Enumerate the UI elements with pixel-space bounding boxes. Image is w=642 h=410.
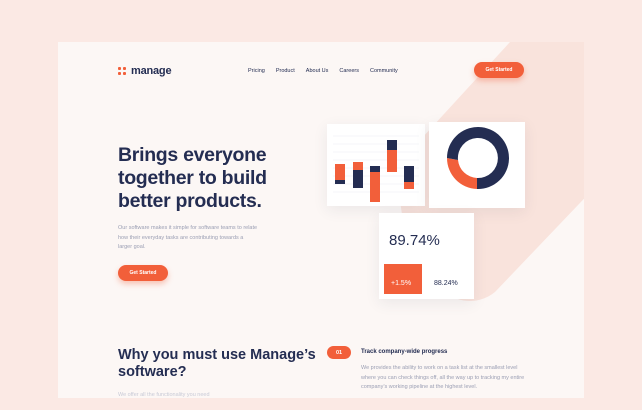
secondary-percentage: 88.24% <box>434 280 458 287</box>
bar-chart-card <box>327 124 425 206</box>
nav-item-community[interactable]: Community <box>370 68 398 74</box>
section-description: We offer all the functionality you need <box>118 392 210 398</box>
donut-chart-card <box>429 122 525 208</box>
logo[interactable]: manage <box>118 65 172 77</box>
change-badge: +1.5% <box>384 264 422 294</box>
nav-item-pricing[interactable]: Pricing <box>248 68 265 74</box>
main-percentage: 89.74% <box>389 232 440 249</box>
logo-icon <box>118 67 126 75</box>
main-nav: Pricing Product About Us Careers Communi… <box>248 68 398 74</box>
landing-page: manage Pricing Product About Us Careers … <box>58 42 584 398</box>
nav-get-started-button[interactable]: Get Started <box>474 62 524 78</box>
nav-item-product[interactable]: Product <box>276 68 295 74</box>
bar-chart-graphic <box>333 135 419 202</box>
nav-item-about-us[interactable]: About Us <box>306 68 329 74</box>
feature-description: We provides the ability to work on a tas… <box>361 365 525 390</box>
hero-get-started-button[interactable]: Get Started <box>118 265 168 281</box>
logo-text: manage <box>131 65 172 77</box>
nav-item-careers[interactable]: Careers <box>339 68 359 74</box>
hero-description: Our software makes it simple for softwar… <box>118 225 258 250</box>
hero-title: Brings everyone together to build better… <box>118 144 267 212</box>
change-percentage: +1.5% <box>391 280 412 287</box>
section-title: Why you must use Manage’s software? <box>118 347 316 380</box>
feature-number-badge: 01 <box>327 346 351 359</box>
donut-chart-graphic <box>447 127 509 190</box>
stats-card: 89.74% +1.5% 88.24% <box>379 213 474 299</box>
feature-title: Track company-wide progress <box>361 349 448 355</box>
